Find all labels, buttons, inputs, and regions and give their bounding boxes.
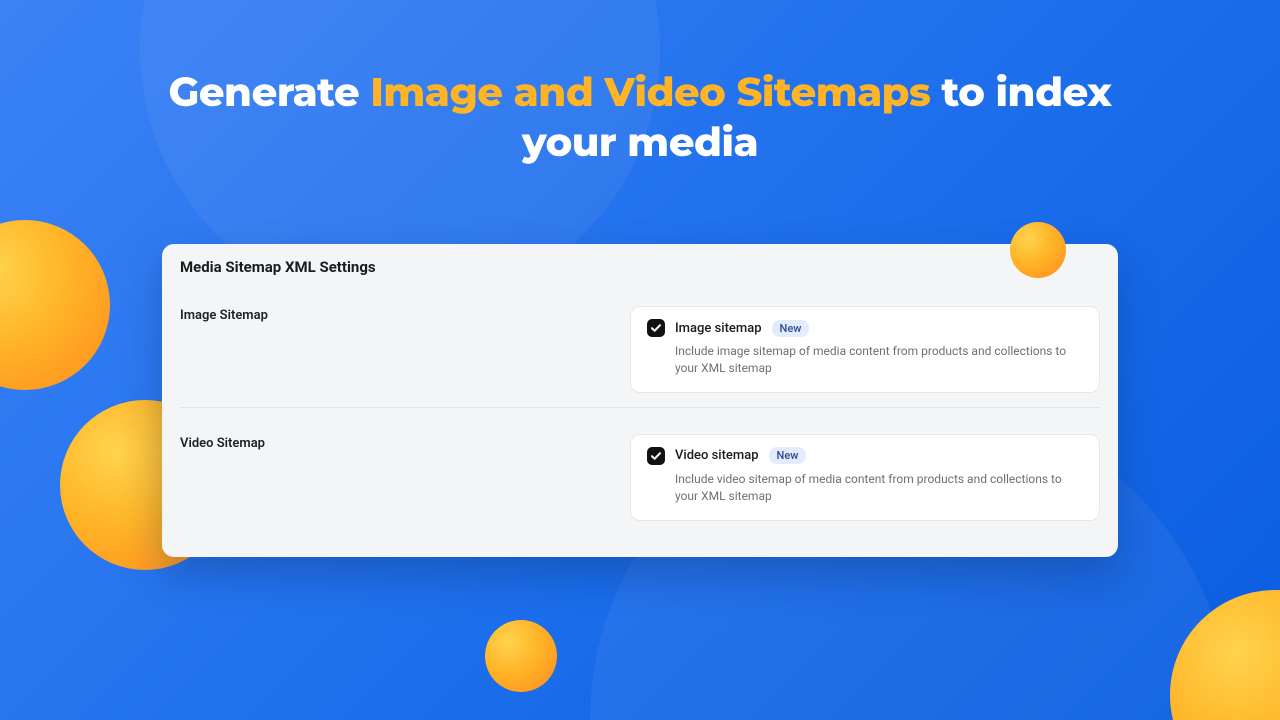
- headline-part1: Generate: [169, 68, 371, 117]
- headline-accent: Image and Video Sitemaps: [370, 68, 930, 117]
- option-description: Include video sitemap of media content f…: [675, 471, 1083, 506]
- option-head: Image sitemap New: [647, 319, 1083, 337]
- panel-title: Media Sitemap XML Settings: [180, 258, 1100, 276]
- option-name: Video sitemap: [675, 448, 759, 463]
- option-card-image-sitemap: Image sitemap New Include image sitemap …: [630, 306, 1100, 393]
- option-name: Image sitemap: [675, 321, 762, 336]
- option-description: Include image sitemap of media content f…: [675, 343, 1083, 378]
- new-badge: New: [769, 447, 807, 464]
- decorative-orb: [0, 220, 110, 390]
- decorative-orb: [485, 620, 557, 692]
- checkbox-image-sitemap[interactable]: [647, 319, 665, 337]
- option-head: Video sitemap New: [647, 447, 1083, 465]
- option-card-video-sitemap: Video sitemap New Include video sitemap …: [630, 434, 1100, 521]
- setting-row-video-sitemap: Video Sitemap Video sitemap New Include …: [180, 407, 1100, 535]
- new-badge: New: [772, 320, 810, 337]
- check-icon: [650, 450, 662, 462]
- settings-panel: Media Sitemap XML Settings Image Sitemap…: [162, 244, 1118, 557]
- row-label: Video Sitemap: [180, 434, 590, 451]
- check-icon: [650, 322, 662, 334]
- row-label: Image Sitemap: [180, 306, 590, 323]
- promo-stage: Generate Image and Video Sitemaps to ind…: [0, 0, 1280, 720]
- checkbox-video-sitemap[interactable]: [647, 447, 665, 465]
- page-headline: Generate Image and Video Sitemaps to ind…: [0, 68, 1280, 168]
- setting-row-image-sitemap: Image Sitemap Image sitemap New Include …: [180, 298, 1100, 407]
- decorative-orb: [1170, 590, 1280, 720]
